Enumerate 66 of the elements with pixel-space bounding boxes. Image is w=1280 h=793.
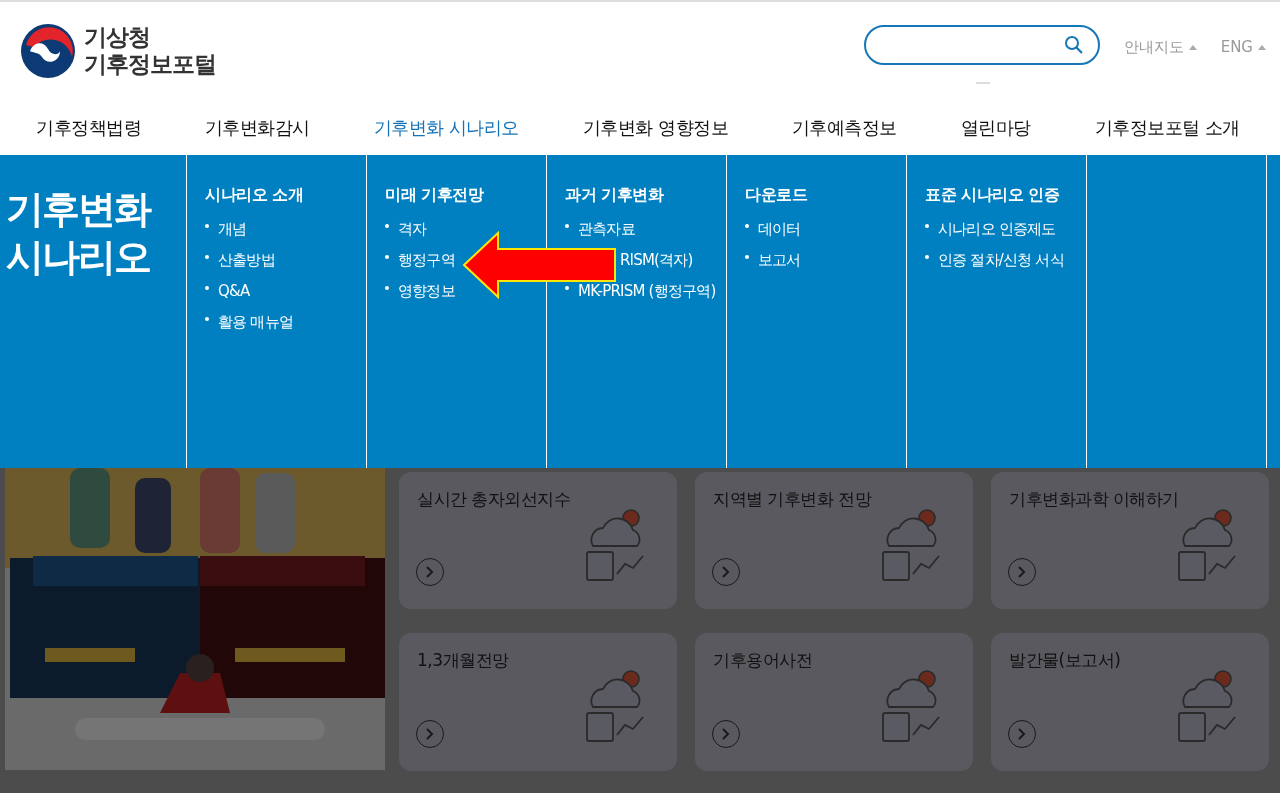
search-icon[interactable]	[1063, 35, 1084, 55]
chevron-icon	[426, 728, 434, 740]
chevron-icon	[426, 566, 434, 578]
bullet-icon	[205, 286, 209, 290]
submenu-link[interactable]: 행정구역	[398, 251, 455, 269]
submenu-link[interactable]: 개념	[218, 220, 247, 238]
bullet-icon	[205, 224, 209, 228]
submenu-link[interactable]: 시나리오 인증제도	[938, 220, 1056, 238]
caret-icon	[1188, 44, 1197, 50]
service-card[interactable]: 발간물(보고서)	[991, 633, 1269, 771]
submenu-link[interactable]: 영향정보	[398, 282, 455, 300]
submenu-link[interactable]: 인증 절차/신청 서식	[938, 251, 1064, 269]
caret-icon	[1258, 44, 1266, 50]
submenu-link[interactable]: 관측자료	[578, 220, 635, 238]
nav-menu-item[interactable]: 기후예측정보	[791, 115, 897, 140]
bullet-icon	[925, 224, 929, 228]
submenu-link[interactable]: 보고서	[758, 251, 801, 269]
logo-icon[interactable]	[20, 23, 76, 79]
bullet-icon	[385, 286, 389, 290]
bullet-icon	[925, 255, 929, 259]
submenu-link[interactable]: RISM(격자)	[620, 251, 693, 269]
submenu-link[interactable]: MK-PRISM (행정구역)	[578, 282, 716, 300]
card-title: 기후변화과학 이해하기	[1009, 488, 1180, 511]
menu-title: 기후변화 시나리오	[6, 186, 152, 281]
service-card[interactable]: 실시간 총자외선지수	[399, 472, 677, 609]
bullet-icon	[385, 224, 389, 228]
nav-menu-item[interactable]: 기후변화 시나리오	[373, 115, 519, 140]
submenu-link[interactable]: Q&A	[218, 282, 250, 300]
submenu-link[interactable]: 산출방법	[218, 251, 275, 269]
card-title: 1,3개월전망	[417, 649, 510, 672]
nav-menu-item[interactable]: 기후변화감시	[204, 115, 310, 140]
nav-menu-item[interactable]: 기후변화 영향정보	[582, 115, 729, 140]
bullet-icon	[745, 255, 749, 259]
menu-heading: 미래 기후전망	[385, 185, 485, 206]
service-card[interactable]: 기후변화과학 이해하기	[991, 472, 1269, 609]
nav-menu-item[interactable]: 기후정보포털 소개	[1094, 115, 1240, 140]
menu-heading: 표준 시나리오 인증	[925, 185, 1061, 206]
nav-menu-item[interactable]: 열린마당	[960, 115, 1031, 140]
bullet-icon	[565, 286, 569, 290]
service-card[interactable]: 지역별 기후변화 전망	[695, 472, 973, 609]
chevron-icon	[722, 728, 730, 740]
submenu-link[interactable]: 활용 매뉴얼	[218, 313, 293, 331]
bullet-icon	[205, 317, 209, 321]
card-title: 실시간 총자외선지수	[417, 488, 572, 511]
header-link[interactable]: ENG	[1220, 37, 1266, 57]
bullet-icon	[745, 224, 749, 228]
chevron-icon	[1018, 566, 1026, 578]
submenu-link[interactable]: 데이터	[758, 220, 801, 238]
card-title: 발간물(보고서)	[1009, 649, 1122, 672]
search-field[interactable]	[863, 25, 1100, 65]
service-card[interactable]: 기후용어사전	[695, 633, 973, 771]
card-title: 지역별 기후변화 전망	[713, 488, 873, 511]
header-link[interactable]: 안내지도	[1123, 37, 1197, 57]
menu-heading: 다운로드	[745, 185, 808, 206]
chevron-icon	[722, 566, 730, 578]
portal-logo-text[interactable]: 기상청 기후정보포털	[84, 24, 216, 78]
service-card[interactable]: 1,3개월전망	[399, 633, 677, 771]
submenu-link[interactable]: 격자	[398, 220, 427, 238]
menu-heading: 시나리오 소개	[205, 185, 305, 206]
menu-heading: 과거 기후변화	[565, 185, 665, 206]
chevron-icon	[1018, 728, 1026, 740]
bullet-icon	[385, 255, 389, 259]
bullet-icon	[205, 255, 209, 259]
card-title: 기후용어사전	[713, 649, 813, 672]
nav-menu-item[interactable]: 기후정책법령	[36, 115, 141, 140]
bullet-icon	[565, 224, 569, 228]
